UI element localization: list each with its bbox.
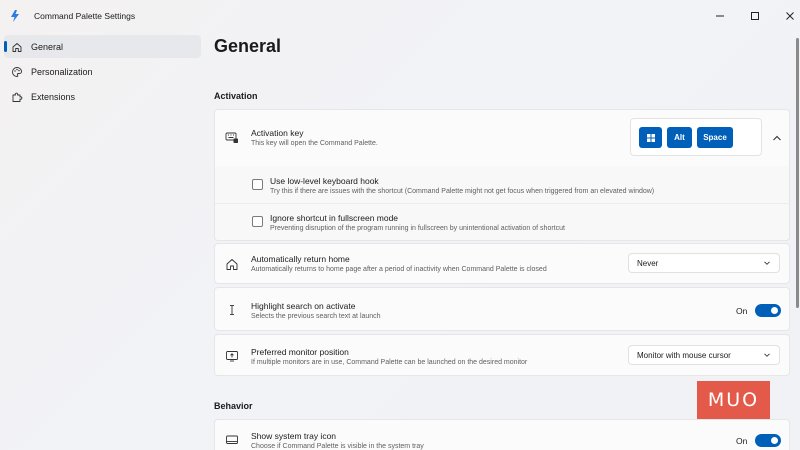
close-icon [786, 12, 794, 20]
maximize-button[interactable] [745, 6, 765, 26]
home-icon [225, 257, 239, 271]
low-level-hook-row: Use low-level keyboard hook Try this if … [215, 167, 791, 203]
close-button[interactable] [780, 6, 800, 26]
sidebar-item-personalization[interactable]: Personalization [4, 60, 201, 83]
tray-icon [225, 433, 239, 447]
section-header-behavior: Behavior [214, 401, 253, 411]
return-home-value: Never [637, 258, 659, 268]
preferred-monitor-value: Monitor with mouse cursor [637, 350, 731, 360]
low-level-hook-title: Use low-level keyboard hook [270, 176, 379, 186]
home-icon [11, 41, 23, 53]
low-level-hook-checkbox[interactable] [252, 179, 263, 190]
chevron-up-icon [773, 135, 781, 141]
sidebar-item-label: Extensions [31, 91, 76, 102]
ignore-fullscreen-title: Ignore shortcut in fullscreen mode [270, 213, 399, 223]
scrollbar[interactable] [796, 36, 799, 446]
highlight-search-card: Highlight search on activate Selects the… [214, 287, 790, 331]
sidebar-item-label: Personalization [31, 66, 93, 77]
low-level-hook-desc: Try this if there are issues with the sh… [270, 188, 655, 195]
text-cursor-icon [225, 303, 239, 317]
preferred-monitor-dropdown[interactable]: Monitor with mouse cursor [628, 345, 780, 365]
return-home-card: Automatically return home Automatically … [214, 243, 790, 284]
sidebar-item-general[interactable]: General [4, 35, 201, 58]
activation-sub-options: Use low-level keyboard hook Try this if … [214, 166, 791, 241]
activation-key-title: Activation key [251, 128, 304, 138]
system-tray-toggle[interactable] [755, 434, 781, 447]
palette-icon [11, 66, 23, 78]
highlight-search-toggle[interactable] [755, 304, 781, 317]
return-home-desc: Automatically returns to home page after… [251, 266, 547, 273]
monitor-icon [225, 349, 239, 363]
alt-key-chip: Alt [667, 127, 692, 148]
system-tray-desc: Choose if Command Palette is visible in … [251, 443, 424, 450]
highlight-search-state: On [736, 306, 748, 316]
title-bar: Command Palette Settings [0, 0, 800, 32]
highlight-search-desc: Selects the previous search text at laun… [251, 313, 381, 320]
sidebar-item-extensions[interactable]: Extensions [4, 85, 201, 108]
puzzle-icon [11, 91, 23, 103]
activation-key-box[interactable]: Alt Space [630, 118, 762, 156]
sidebar: General Personalization Extensions [0, 35, 205, 110]
ignore-fullscreen-desc: Preventing disruption of the program run… [270, 225, 565, 232]
system-tray-card: Show system tray icon Choose if Command … [214, 419, 790, 450]
section-header-activation: Activation [214, 91, 258, 101]
activation-key-desc: This key will open the Command Palette. [251, 140, 378, 147]
highlight-search-title: Highlight search on activate [251, 301, 356, 311]
return-home-title: Automatically return home [251, 254, 350, 264]
chevron-down-icon [764, 353, 770, 357]
keyboard-shortcut-icon [225, 130, 239, 144]
windows-logo-icon [646, 133, 655, 142]
preferred-monitor-desc: If multiple monitors are in use, Command… [251, 359, 528, 366]
ignore-fullscreen-row: Ignore shortcut in fullscreen mode Preve… [215, 203, 791, 239]
page-title: General [214, 36, 282, 56]
return-home-dropdown[interactable]: Never [628, 253, 780, 273]
preferred-monitor-title: Preferred monitor position [251, 347, 349, 357]
window-title: Command Palette Settings [34, 11, 136, 21]
space-key-chip: Space [697, 127, 733, 148]
system-tray-state: On [736, 436, 748, 446]
windows-key-chip [639, 127, 662, 148]
chevron-down-icon [764, 261, 770, 265]
scrollbar-thumb[interactable] [796, 38, 799, 308]
sidebar-item-label: General [31, 41, 64, 52]
system-tray-title: Show system tray icon [251, 431, 337, 441]
maximize-icon [751, 12, 759, 20]
minimize-icon [716, 15, 724, 17]
collapse-button[interactable] [771, 131, 783, 143]
muo-watermark: MUO [697, 381, 770, 419]
command-palette-app-icon [8, 9, 22, 23]
minimize-button[interactable] [710, 6, 730, 26]
ignore-fullscreen-checkbox[interactable] [252, 216, 263, 227]
preferred-monitor-card: Preferred monitor position If multiple m… [214, 334, 790, 376]
